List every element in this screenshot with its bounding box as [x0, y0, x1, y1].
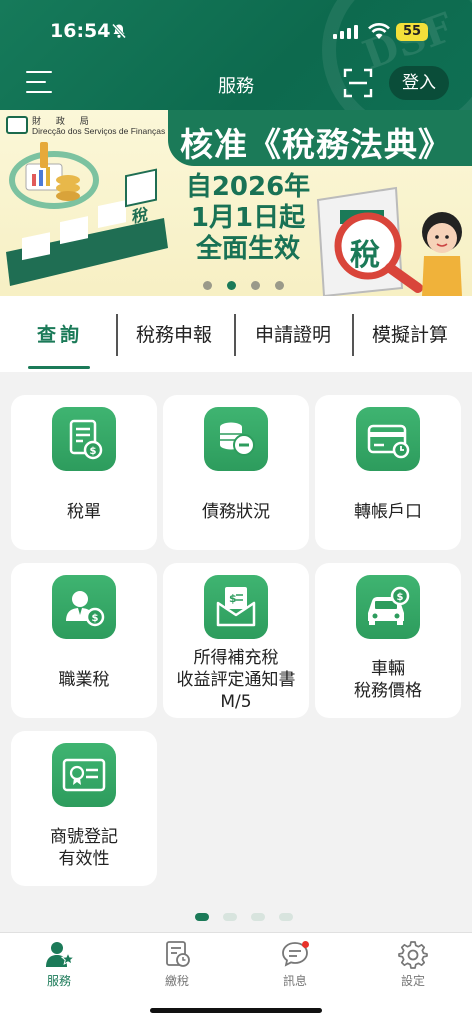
nav-label-settings: 設定 [400, 974, 425, 988]
banner-dot-active[interactable] [227, 281, 237, 290]
tab-certificate-application[interactable]: 申請證明 [255, 320, 331, 347]
tab-simulation[interactable]: 模擬計算 [372, 320, 448, 347]
scan-icon[interactable] [343, 68, 373, 98]
service-label-bank-account: 轉帳戶口 [354, 502, 422, 522]
tax-bill-icon: $ [52, 407, 116, 471]
service-card-professional-tax[interactable]: $ 職業稅 [11, 563, 157, 718]
nav-item-pay-tax[interactable]: 繳稅 [147, 939, 207, 989]
banner-dot[interactable] [275, 281, 285, 290]
grid-page-dot[interactable] [251, 913, 266, 921]
grid-page-dot[interactable] [223, 913, 238, 921]
svg-text:$: $ [397, 592, 404, 603]
banner-org-pt: Direcção dos Serviços de Finanças [32, 126, 166, 136]
services-icon [46, 942, 74, 967]
bell-off-icon [111, 23, 127, 39]
battery-indicator: 55 [396, 23, 428, 41]
service-label-professional-tax: 職業稅 [58, 670, 110, 690]
finance-illustration: 稅 [6, 142, 168, 286]
svg-text:稅: 稅 [132, 205, 148, 227]
banner-subtitle-line1: 自2026年 [185, 172, 311, 202]
grid-page-dot[interactable] [279, 913, 294, 921]
service-card-debt-status[interactable]: 債務狀況 [163, 395, 309, 550]
debt-coins-icon [204, 407, 268, 471]
banner-dot[interactable] [203, 281, 212, 290]
nav-item-settings[interactable]: 設定 [383, 939, 443, 989]
banner-dot[interactable] [251, 281, 261, 290]
banner-subtitle-line3: 全面生效 [195, 234, 300, 264]
banner-title: 核准《稅務法典》 [180, 125, 452, 164]
app-header: DSF 16:54 55 服務 登入 [0, 0, 472, 110]
professional-tax-icon: $ [52, 575, 116, 639]
banner-page-indicator[interactable] [203, 275, 294, 294]
nav-label-pay-tax: 繳稅 [164, 974, 189, 988]
nav-item-services[interactable]: 服務 [29, 939, 89, 989]
service-card-assessment-notice[interactable]: $ 所得補充稅 收益評定通知書 M/5 [163, 563, 309, 718]
banner-subtitle-line2: 1月1日起 [190, 203, 306, 233]
service-label-assessment-line1: 所得補充稅 [193, 648, 279, 668]
settings-icon [398, 941, 428, 969]
tab-divider [116, 314, 118, 356]
svg-text:$: $ [90, 446, 97, 457]
service-label-vehicle-line1: 車輛 [371, 659, 405, 679]
grid-page-indicator[interactable] [195, 906, 302, 925]
service-card-bank-account[interactable]: 轉帳戶口 [315, 395, 461, 550]
service-label-business-line1: 商號登記 [50, 827, 118, 847]
notification-badge [302, 941, 309, 948]
service-label-tax-bill: 稅單 [67, 502, 101, 522]
svg-text:$: $ [229, 592, 237, 605]
login-button[interactable]: 登入 [389, 66, 449, 100]
bank-card-icon [356, 407, 420, 471]
service-label-vehicle-line2: 稅務價格 [354, 681, 422, 701]
service-card-vehicle-tax-price[interactable]: $ 車輛 稅務價格 [315, 563, 461, 718]
svg-text:$: $ [92, 613, 99, 624]
signal-icon [333, 25, 358, 39]
status-time: 16:54 [50, 20, 111, 42]
tax-code-illustration [316, 186, 462, 296]
service-label-business-line2: 有效性 [58, 849, 110, 869]
tab-tax-declaration[interactable]: 稅務申報 [136, 320, 212, 347]
service-label-debt-status: 債務狀況 [202, 502, 270, 522]
assessment-notice-icon: $ [204, 575, 268, 639]
pay-tax-icon [166, 941, 190, 967]
tab-divider [352, 314, 354, 356]
tab-active-indicator [28, 366, 90, 369]
vehicle-icon: $ [356, 575, 420, 639]
nav-item-messages[interactable]: 訊息 [265, 939, 325, 989]
service-label-assessment-line3: M/5 [220, 692, 252, 712]
dsf-logo [6, 116, 28, 134]
tax-character: 稅 [350, 238, 380, 273]
category-tabs: 查詢 稅務申報 申請證明 模擬計算 [0, 296, 472, 372]
service-label-assessment-line2: 收益評定通知書 [176, 670, 296, 690]
promo-banner[interactable]: 財 政 局 Direcção dos Serviços de Finanças … [0, 110, 472, 296]
tab-divider [234, 314, 236, 356]
nav-label-services: 服務 [46, 974, 71, 988]
nav-label-messages: 訊息 [282, 974, 307, 988]
wifi-icon [368, 23, 390, 39]
grid-page-dot-active[interactable] [195, 913, 209, 921]
service-card-tax-bill[interactable]: $ 稅單 [11, 395, 157, 550]
tab-query[interactable]: 查詢 [37, 320, 83, 347]
service-card-business-registration[interactable]: 商號登記 有效性 [11, 731, 157, 886]
business-registration-icon [52, 743, 116, 807]
home-indicator[interactable] [150, 1008, 322, 1013]
